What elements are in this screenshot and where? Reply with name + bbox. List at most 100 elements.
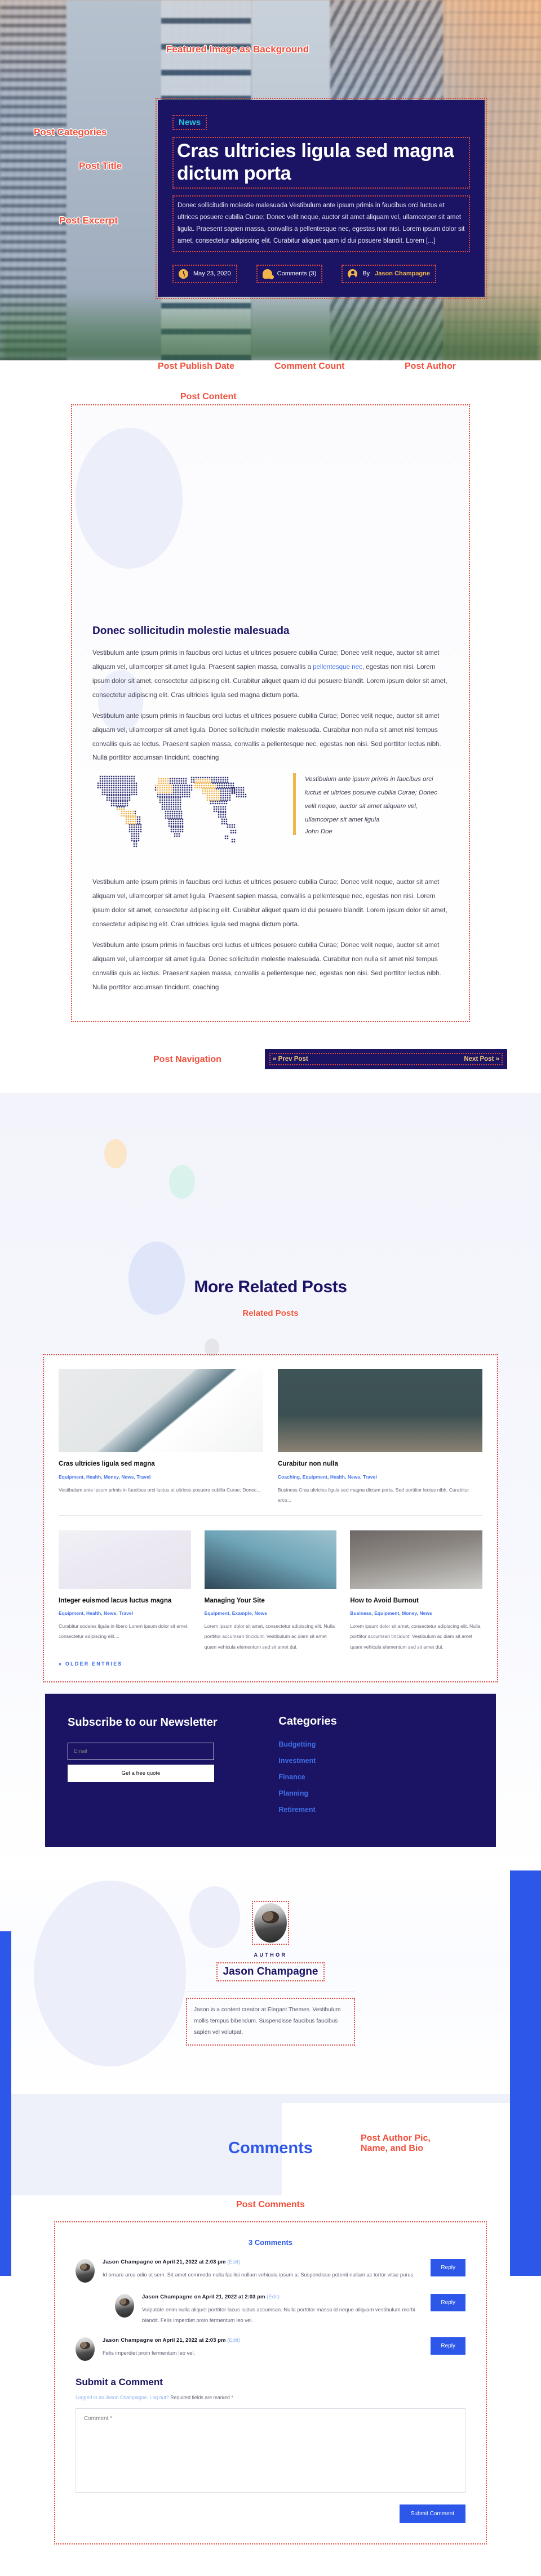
post-author-meta[interactable]: By Jason Champagne — [342, 264, 436, 283]
comments-count: 3 Comments — [248, 2238, 293, 2247]
get-quote-button[interactable]: Get a free quote — [68, 1764, 214, 1782]
post-hero-card: News Cras ultricies ligula sed magna dic… — [156, 98, 487, 299]
reply-button[interactable]: Reply — [431, 2337, 465, 2355]
author-card: AUTHOR Jason Champagne Jason is a conten… — [186, 1900, 355, 2046]
post-comment-count[interactable]: Comments (3) — [256, 264, 323, 283]
comment-date: on April 21, 2022 at 2:03 pm — [192, 2293, 267, 2300]
blockquote-author: John Doe — [305, 828, 332, 836]
avatar — [254, 1903, 287, 1943]
logged-in-note: Logged in as Jason Champagne. Log out? R… — [76, 2395, 465, 2400]
content-paragraph-4: Vestibulum ante ipsum primis in faucibus… — [92, 941, 441, 991]
comment-item: Jason Champagne on April 21, 2022 at 2:0… — [76, 2258, 465, 2283]
submit-comment-button[interactable]: Submit Comment — [399, 2504, 465, 2524]
comment-textarea[interactable] — [76, 2408, 465, 2493]
content-paragraph-2: Vestibulum ante ipsum primis in faucibus… — [92, 712, 441, 762]
card-title[interactable]: How to Avoid Burnout — [350, 1596, 482, 1606]
comment-header: Jason Champagne on April 21, 2022 at 2:0… — [103, 2337, 423, 2343]
card-title[interactable]: Integer euismod lacus luctus magna — [59, 1596, 191, 1606]
log-out-link[interactable]: Logged in as Jason Champagne. Log out? — [76, 2395, 169, 2400]
wall-shelves-photo — [278, 1368, 482, 1452]
comment-author: Jason Champagne — [103, 2258, 153, 2265]
content-paragraph-3: Vestibulum ante ipsum primis in faucibus… — [92, 878, 447, 928]
comment-edit-link[interactable]: (Edit) — [267, 2294, 280, 2300]
annotation-post-comments: Post Comments — [236, 2199, 305, 2209]
card-title[interactable]: Cras ultricies ligula sed magna — [59, 1459, 263, 1469]
woman-by-window-photo — [350, 1530, 483, 1589]
comment-text: Vulputate enim nulla aliquet porttitor l… — [142, 2306, 415, 2324]
comment-author: Jason Champagne — [142, 2293, 193, 2300]
avatar — [76, 2258, 95, 2283]
related-row-bottom: Integer euismod lacus luctus magna Equip… — [59, 1530, 483, 1652]
card-categories[interactable]: Equipment, Health, News, Travel — [59, 1610, 191, 1616]
annotation-publish-date: Post Publish Date — [158, 361, 235, 371]
post-excerpt: Donec sollicitudin molestie malesuada Ve… — [172, 195, 470, 252]
content-media-row: Vestibulum ante ipsum primis in faucibus… — [92, 773, 449, 863]
comments-hero: Comments Post Comments — [0, 2093, 541, 2224]
grid-divider — [59, 1515, 482, 1516]
annotation-post-excerpt: Post Excerpt — [59, 215, 118, 226]
newsletter-heading: Subscribe to our Newsletter — [68, 1716, 218, 1729]
related-posts-section: More Related Posts Related Posts Cras ul… — [0, 1092, 541, 1869]
older-entries-link[interactable]: « OLDER ENTRIES — [59, 1652, 482, 1670]
comment-edit-link[interactable]: (Edit) — [227, 2337, 240, 2343]
related-card[interactable]: Curabitur non nulla Coaching, Equipment,… — [278, 1368, 482, 1505]
comment-text: Felis imperdiet proin fermentum leo vel. — [103, 2350, 196, 2356]
card-excerpt: Lorem ipsum dolor sit amet, consectetur … — [204, 1623, 335, 1650]
comment-count-text: Comments (3) — [277, 270, 317, 278]
card-categories[interactable]: Equipment, Health, Money, News, Travel — [59, 1474, 263, 1480]
newsletter-section: Subscribe to our Newsletter Get a free q… — [45, 1693, 496, 1847]
card-excerpt: Vestibulum ante ipsum primis in faucibus… — [59, 1486, 261, 1493]
content-paragraph-1: Vestibulum ante ipsum primis in faucibus… — [92, 646, 449, 703]
post-publish-date: May 23, 2020 — [172, 264, 237, 283]
card-categories[interactable]: Business, Equipment, Money, News — [350, 1610, 482, 1616]
category-link-retirement[interactable]: Retirement — [278, 1806, 473, 1814]
related-card[interactable]: Managing Your Site Equipment, Example, N… — [204, 1530, 337, 1652]
card-excerpt: Business Cras ultricies ligula sed magna… — [278, 1486, 469, 1503]
clock-icon — [179, 269, 188, 279]
category-link-budgetting[interactable]: Budgetting — [278, 1740, 473, 1748]
annotation-post-content: Post Content — [180, 392, 237, 401]
related-row-top: Cras ultricies ligula sed magna Equipmen… — [59, 1368, 482, 1505]
post-author-section: AUTHOR Jason Champagne Jason is a conten… — [0, 1869, 541, 2153]
page-title: Cras ultricies ligula sed magna dictum p… — [172, 137, 470, 189]
card-categories[interactable]: Equipment, Example, News — [205, 1610, 337, 1616]
category-link-investment[interactable]: Investment — [278, 1757, 473, 1765]
annotation-related-posts: Related Posts — [242, 1308, 299, 1318]
email-field[interactable] — [68, 1742, 214, 1760]
annotation-featured-image: Featured Image as Background — [166, 44, 309, 55]
content-heading: Donec sollicitudin molestie malesuada — [92, 625, 290, 637]
author-label: AUTHOR — [254, 1952, 287, 1958]
related-card[interactable]: Cras ultricies ligula sed magna Equipmen… — [59, 1368, 263, 1505]
card-title[interactable]: Curabitur non nulla — [278, 1459, 482, 1469]
annotation-post-navigation: Post Navigation — [153, 1054, 221, 1064]
submit-comment-heading: Submit a Comment — [76, 2377, 163, 2388]
author-prefix: By — [362, 270, 370, 278]
comment-date: on April 21, 2022 at 2:03 pm — [153, 2258, 228, 2265]
annotation-post-title: Post Title — [79, 160, 122, 171]
categories-widget: Categories Budgetting Investment Finance… — [278, 1715, 473, 1822]
post-navigation-bar: « Prev Post Next Post » — [265, 1048, 507, 1069]
card-title[interactable]: Managing Your Site — [205, 1596, 337, 1606]
building-left — [0, 0, 68, 360]
comment-author: Jason Champagne — [103, 2337, 153, 2344]
author-name: Jason Champagne — [216, 1962, 325, 1981]
pellentesque-link[interactable]: pellentesque nec — [313, 663, 362, 671]
post-content-section: Post Content Donec sollicitudin molestie… — [0, 380, 541, 1042]
comment-edit-link[interactable]: (Edit) — [227, 2259, 240, 2265]
related-posts-grid: Cras ultricies ligula sed magna Equipmen… — [43, 1354, 498, 1682]
categories-heading: Categories — [278, 1715, 337, 1727]
card-excerpt: Curabitur sodales ligula in libero Lorem… — [59, 1623, 189, 1640]
card-categories[interactable]: Coaching, Equipment, Health, News, Trave… — [278, 1474, 482, 1480]
post-category-badge[interactable]: News — [172, 115, 207, 130]
reply-button[interactable]: Reply — [431, 2258, 465, 2276]
avatar — [115, 2293, 134, 2318]
category-link-planning[interactable]: Planning — [278, 1789, 473, 1797]
category-link-finance[interactable]: Finance — [278, 1773, 473, 1781]
comments-hero-right-panel — [282, 2093, 541, 2103]
related-section-title: More Related Posts — [194, 1277, 347, 1296]
building-2 — [66, 0, 162, 360]
related-card[interactable]: How to Avoid Burnout Business, Equipment… — [350, 1530, 483, 1652]
related-card[interactable]: Integer euismod lacus luctus magna Equip… — [59, 1530, 191, 1652]
publish-date-text: May 23, 2020 — [193, 270, 231, 278]
reply-button[interactable]: Reply — [431, 2293, 465, 2311]
